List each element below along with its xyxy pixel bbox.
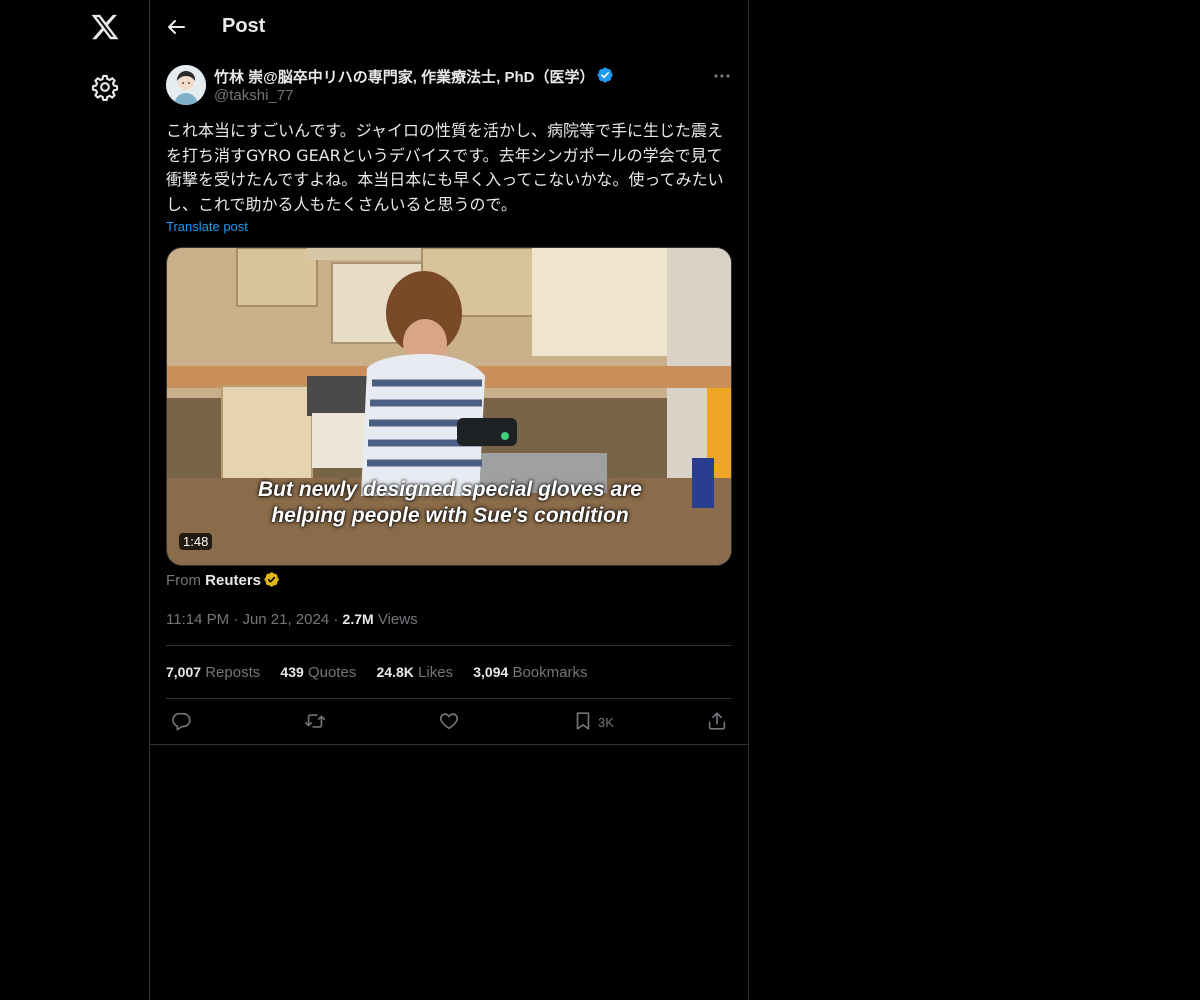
video-source-line: From Reuters (166, 571, 280, 589)
meta-separator: · (333, 611, 339, 628)
more-icon[interactable] (710, 64, 734, 88)
video-player[interactable]: But newly designed special gloves are he… (166, 247, 732, 566)
views-count: 2.7M (342, 611, 374, 627)
app: Post 竹林 崇@脳卒中リハの専門家, 作業療法士, PhD（医学） @tak… (0, 0, 1200, 1000)
post-text: これ本当にすごいんです。ジャイロの性質を活かし、病院等で手に生じた震えを打ち消す… (166, 121, 724, 214)
bookmark-icon[interactable] (572, 710, 594, 732)
post-detail-column: Post 竹林 崇@脳卒中リハの専門家, 作業療法士, PhD（医学） @tak… (150, 0, 749, 1000)
back-arrow-icon[interactable] (164, 15, 188, 39)
meta-separator: · (233, 611, 239, 628)
likes-stat[interactable]: 24.8K Likes (377, 664, 454, 681)
bookmark-count: 3K (598, 715, 614, 730)
engagement-stats: 7,007 Reposts 439 Quotes 24.8K Likes 3,0… (166, 664, 603, 681)
x-logo-icon[interactable] (90, 12, 120, 42)
like-icon[interactable] (438, 710, 460, 732)
share-icon[interactable] (706, 710, 728, 732)
reposts-stat[interactable]: 7,007 Reposts (166, 664, 260, 681)
translate-post-link[interactable]: Translate post (166, 219, 248, 234)
left-nav (0, 0, 150, 1000)
bookmarks-stat[interactable]: 3,094 Bookmarks (473, 664, 587, 681)
post-time[interactable]: 11:14 PM (166, 611, 229, 628)
video-caption: But newly designed special gloves are he… (258, 478, 642, 527)
source-name-link[interactable]: Reuters (205, 572, 261, 589)
action-bar: 3K (150, 699, 748, 745)
author-name[interactable]: 竹林 崇@脳卒中リハの専門家, 作業療法士, PhD（医学） (214, 66, 594, 87)
avatar[interactable] (166, 65, 206, 105)
source-prefix: From (166, 572, 201, 589)
views-label: Views (377, 611, 418, 628)
reply-icon[interactable] (170, 710, 192, 732)
quotes-stat[interactable]: 439 Quotes (280, 664, 356, 681)
divider (166, 645, 732, 646)
author-handle[interactable]: @takshi_77 (214, 87, 293, 104)
repost-icon[interactable] (304, 710, 326, 732)
page-title: Post (222, 15, 266, 37)
post-metadata: 11:14 PM · Jun 21, 2024 · 2.7M Views (166, 611, 418, 628)
gear-icon[interactable] (91, 73, 119, 101)
post-date[interactable]: Jun 21, 2024 (242, 611, 329, 628)
verified-icon[interactable] (596, 66, 614, 84)
verified-organization-icon (263, 571, 280, 588)
video-duration-badge: 1:48 (179, 533, 213, 550)
page-header: Post (150, 0, 748, 54)
